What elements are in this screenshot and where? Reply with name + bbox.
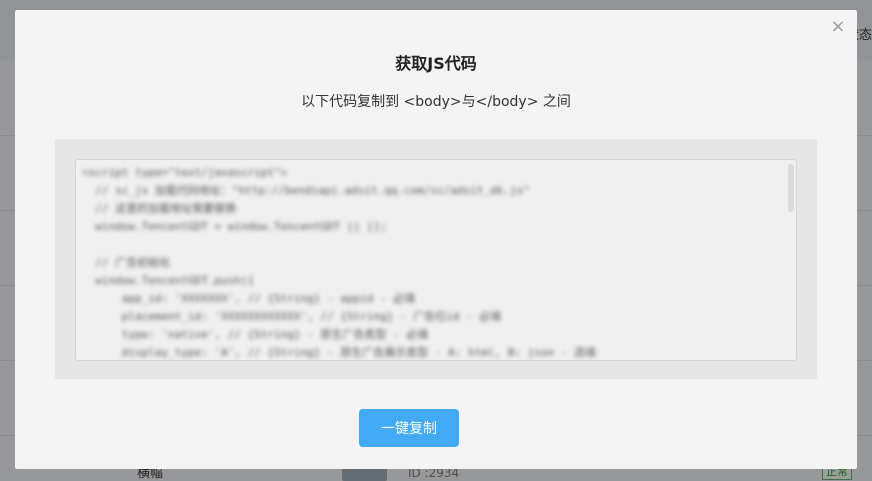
code-scrollbar[interactable] (788, 164, 794, 212)
code-textarea[interactable]: <script type="text/javascript"> // sc_js… (75, 159, 797, 361)
dialog-instruction: 以下代码复制到 <body>与</body> 之间 (301, 94, 571, 110)
code-panel: <script type="text/javascript"> // sc_js… (55, 139, 817, 379)
get-js-code-dialog: × 获取JS代码 以下代码复制到 <body>与</body> 之间 <scri… (15, 10, 857, 469)
dialog-title: 获取JS代码 (395, 54, 477, 73)
code-content: <script type="text/javascript"> // sc_js… (82, 166, 596, 359)
copy-all-button[interactable]: 一键复制 (359, 409, 459, 447)
close-icon[interactable]: × (829, 18, 847, 36)
